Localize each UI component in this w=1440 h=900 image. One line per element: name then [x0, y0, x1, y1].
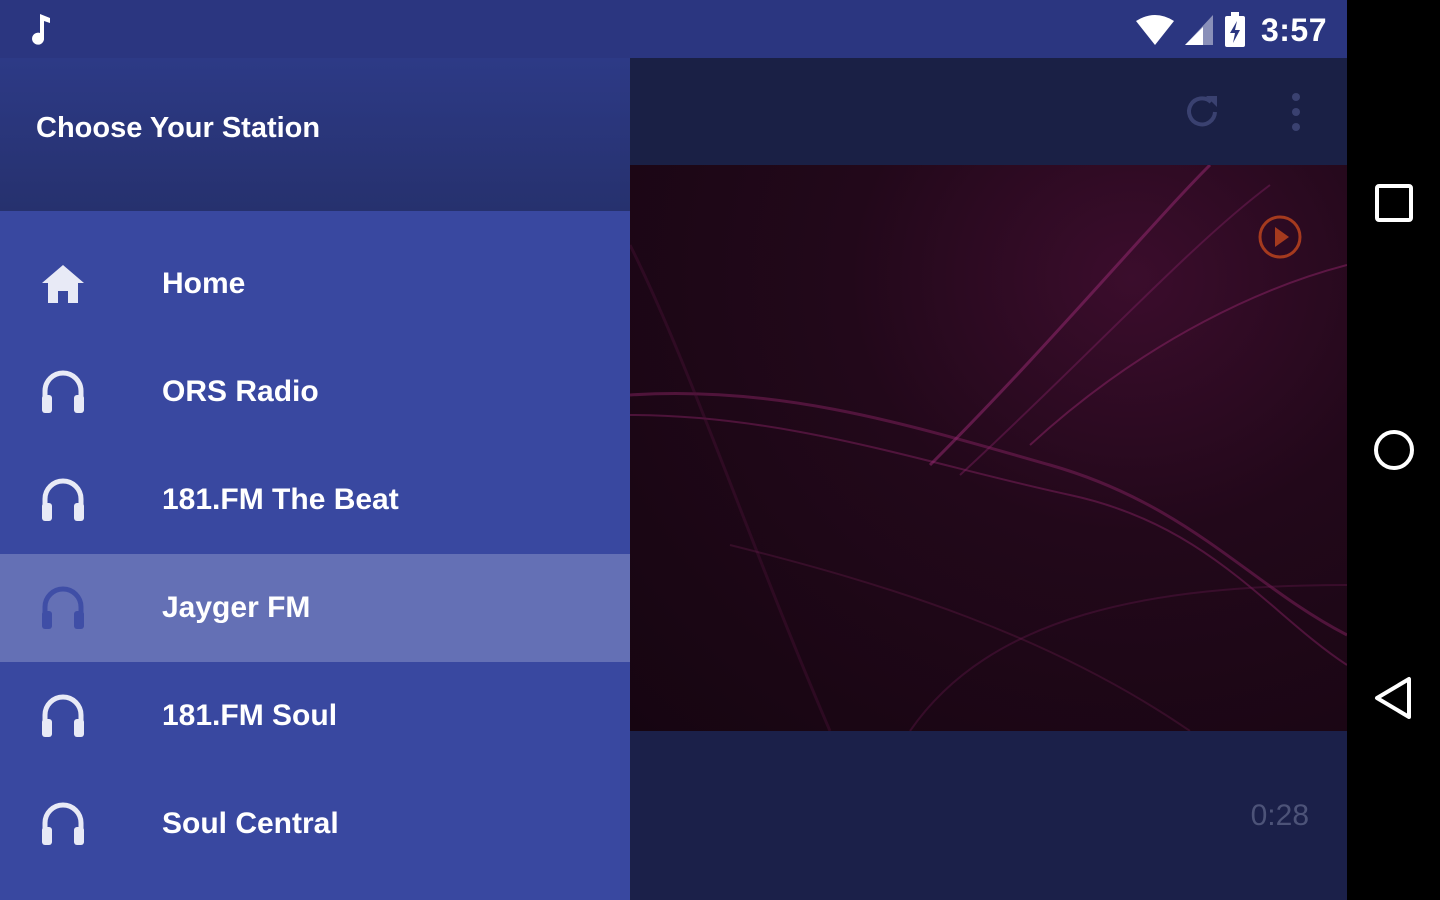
status-icons: 3:57 [1135, 10, 1327, 50]
menu-item-ors-radio[interactable]: ORS Radio [0, 338, 630, 446]
music-note-icon [32, 14, 50, 45]
drawer-title: Choose Your Station [36, 112, 321, 144]
refresh-icon [1187, 96, 1217, 127]
menu-item-label: ORS Radio [162, 375, 319, 408]
menu-item-label: 181.FM The Beat [162, 483, 399, 516]
menu-item-label: Home [162, 267, 246, 300]
menu-item-label: Jayger FM [162, 591, 311, 624]
wifi-icon [1135, 15, 1174, 45]
player-content: 0:28 [630, 58, 1347, 900]
recents-square-icon[interactable] [1371, 180, 1417, 226]
station-artwork [630, 165, 1347, 731]
more-options-button[interactable] [1272, 88, 1320, 136]
drawer-header: Choose Your Station [0, 58, 630, 211]
headphones-icon [42, 370, 84, 413]
menu-item-label: Soul Central [162, 807, 339, 840]
menu-item-181fm-the-beat[interactable]: 181.FM The Beat [0, 446, 630, 554]
headphones-icon [42, 802, 84, 845]
abstract-waves-background [630, 165, 1347, 731]
player-controls-area: 0:28 [630, 731, 1347, 900]
headphones-icon [42, 586, 84, 629]
menu-item-181fm-soul[interactable]: 181.FM Soul [0, 662, 630, 770]
headphones-icon [42, 694, 84, 737]
cell-signal-icon [1184, 15, 1213, 45]
menu-item-home[interactable]: Home [0, 230, 630, 338]
system-navigation-bar [1347, 0, 1440, 900]
menu-item-soul-central[interactable]: Soul Central [0, 770, 630, 878]
refresh-button[interactable] [1178, 88, 1226, 136]
home-circle-icon[interactable] [1371, 427, 1417, 473]
home-icon [42, 265, 84, 303]
headphones-icon [42, 478, 84, 521]
elapsed-time: 0:28 [1250, 799, 1309, 832]
more-vert-icon [1292, 93, 1300, 131]
status-time: 3:57 [1260, 11, 1327, 48]
toolbar [630, 58, 1347, 165]
menu-item-jayger-fm[interactable]: Jayger FM [0, 554, 630, 662]
menu-item-label: 181.FM Soul [162, 699, 338, 732]
play-circle-icon[interactable] [1256, 213, 1304, 261]
back-triangle-icon[interactable] [1371, 675, 1417, 721]
status-bar: 3:57 [0, 0, 1347, 58]
navigation-drawer: Choose Your Station Home ORS Radio 181.F… [0, 58, 630, 900]
battery-charging-icon [1224, 12, 1245, 47]
station-list: Home ORS Radio 181.FM The Beat Jayger FM… [0, 230, 630, 878]
